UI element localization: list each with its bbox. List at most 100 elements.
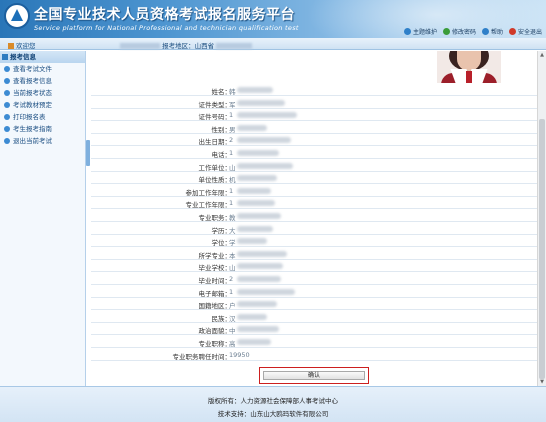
redacted-value <box>237 301 277 308</box>
header-tools: 主题维护 修改密码 帮助 安全退出 <box>403 27 542 36</box>
sidebar-item-label: 考试教材预定 <box>13 101 52 109</box>
form-row-label: 所学专业： <box>198 251 232 260</box>
form-row: 专业职务聘任时间： 19950 <box>91 349 537 361</box>
form-row-value: 1 <box>229 199 234 208</box>
theme-button[interactable]: 主题维护 <box>403 27 437 36</box>
sidebar-item-print-form[interactable]: 打印报名表 <box>0 111 85 123</box>
form-row-label: 证件类型： <box>198 100 232 109</box>
redacted-value <box>237 313 267 320</box>
form-row: 专业工作年限： 1 <box>91 197 537 210</box>
photo-tie <box>466 71 472 83</box>
platform-subtitle: Service platform for National Profession… <box>34 24 299 32</box>
redacted-value <box>237 326 279 333</box>
change-password-label: 修改密码 <box>451 29 476 36</box>
bullet-icon <box>4 114 10 120</box>
exam-region-label: 报考地区： <box>162 42 195 50</box>
confirm-button[interactable]: 确认 <box>263 371 365 380</box>
redacted-value <box>237 250 287 257</box>
form-row-value: 汉 <box>229 314 236 323</box>
redacted-value <box>237 213 281 219</box>
sidebar-item-view-exam-files[interactable]: 查看考试文件 <box>0 63 85 75</box>
redacted-value <box>237 162 293 169</box>
form-row-value: 机 <box>229 176 236 185</box>
form-row-label: 单位性质： <box>198 176 232 185</box>
form-row: 电子邮箱： 1 <box>91 286 537 298</box>
form-row: 证件号码： 1 <box>91 109 537 122</box>
redacted-value <box>237 137 291 144</box>
scroll-down-icon[interactable]: ▼ <box>539 379 545 385</box>
form-row-label: 证件号码： <box>198 113 232 122</box>
footer: 版权所有：人力资源社会保障部人事考试中心 技术支持：山东山大鸥玛软件有限公司 <box>0 386 546 422</box>
redacted-value <box>237 200 275 207</box>
form-row: 姓名：韩 <box>91 84 537 96</box>
sidebar-item-status[interactable]: 当前报考状态 <box>0 87 85 99</box>
redacted-crumb <box>216 43 253 49</box>
form-row: 学位：学 <box>91 235 537 248</box>
bullet-icon <box>4 138 10 144</box>
form-row-value: 1 <box>229 111 234 120</box>
redacted-value <box>237 175 277 182</box>
form-row-label: 毕业学校： <box>198 264 232 273</box>
bullet-icon <box>4 102 10 108</box>
form-row-value: 户 <box>229 302 236 311</box>
bullet-icon <box>4 126 10 132</box>
form-row-label: 出生日期： <box>198 138 232 147</box>
form-row-value: 2 <box>229 136 234 145</box>
welcome-text: 欢迎您 <box>8 40 36 50</box>
form-row-label: 毕业时间： <box>198 277 232 285</box>
sidebar-item-textbook-order[interactable]: 考试教材预定 <box>0 99 85 111</box>
redacted-value <box>237 112 297 119</box>
welcome-label: 欢迎您 <box>16 42 36 50</box>
applicant-photo <box>437 51 501 83</box>
scroll-up-icon[interactable]: ▲ <box>539 52 545 58</box>
form-row: 性别：男 <box>91 122 537 134</box>
scroll-thumb[interactable] <box>539 119 545 379</box>
sidebar-item-view-registration[interactable]: 查看报考信息 <box>0 75 85 87</box>
sidebar-heading[interactable]: 报考信息 <box>0 51 85 63</box>
redacted-exam-name <box>120 43 160 49</box>
form-row-value: 军 <box>229 100 236 109</box>
sidebar-item-exit-exam[interactable]: 退出当前考试 <box>0 135 85 147</box>
form-row-value: 大 <box>229 226 236 235</box>
logout-button[interactable]: 安全退出 <box>508 27 542 36</box>
sidebar-item-guide[interactable]: 考生报考指南 <box>0 123 85 135</box>
form-row: 学历：大 <box>91 223 537 235</box>
form-row-label: 参加工作年限： <box>185 188 232 197</box>
form-row-label: 工作单位： <box>198 163 232 172</box>
platform-title: 全国专业技术人员资格考试报名服务平台 <box>34 7 295 23</box>
form-row: 毕业时间： 2 <box>91 273 537 285</box>
main-scrollbar[interactable]: ▲ ▼ <box>537 51 546 386</box>
platform-logo-icon <box>4 3 30 29</box>
form-row-label: 专业职务聘任时间： <box>172 352 232 361</box>
form-row-value: 学 <box>229 239 236 248</box>
sidebar-item-label: 当前报考状态 <box>13 89 52 97</box>
form-row-value: 教 <box>229 214 236 222</box>
form-row-value: 1 <box>229 149 234 157</box>
redacted-value <box>237 150 279 156</box>
redacted-value <box>237 124 267 131</box>
key-icon <box>442 28 450 35</box>
form-row: 参加工作年限： 1 <box>91 185 537 197</box>
help-button[interactable]: 帮助 <box>481 27 503 36</box>
home-icon <box>8 43 14 49</box>
redacted-value <box>237 99 285 106</box>
form-row-value: 高 <box>229 340 236 348</box>
confirm-highlight: 确认 <box>259 367 369 384</box>
redacted-value <box>237 87 273 93</box>
breadcrumb: 报考地区：山西省 <box>120 40 253 50</box>
form-row: 工作单位：山 <box>91 160 537 172</box>
sidebar-toggle-handle[interactable] <box>86 140 90 166</box>
footer-support: 技术支持：山东山大鸥玛软件有限公司 <box>217 410 329 418</box>
form-row: 单位性质：机 <box>91 172 537 185</box>
form-row-value: 19950 <box>229 350 250 359</box>
form-row-value: 男 <box>229 125 236 134</box>
redacted-value <box>237 339 271 345</box>
form-row-value: 2 <box>229 275 234 283</box>
form-row-label: 专业职务： <box>198 214 232 222</box>
collapse-icon <box>2 54 8 60</box>
redacted-value <box>237 238 267 245</box>
theme-label: 主题维护 <box>412 29 437 36</box>
form-row-value: 1 <box>229 287 234 296</box>
change-password-button[interactable]: 修改密码 <box>442 27 476 36</box>
form-row: 专业职务：教 <box>91 210 537 222</box>
